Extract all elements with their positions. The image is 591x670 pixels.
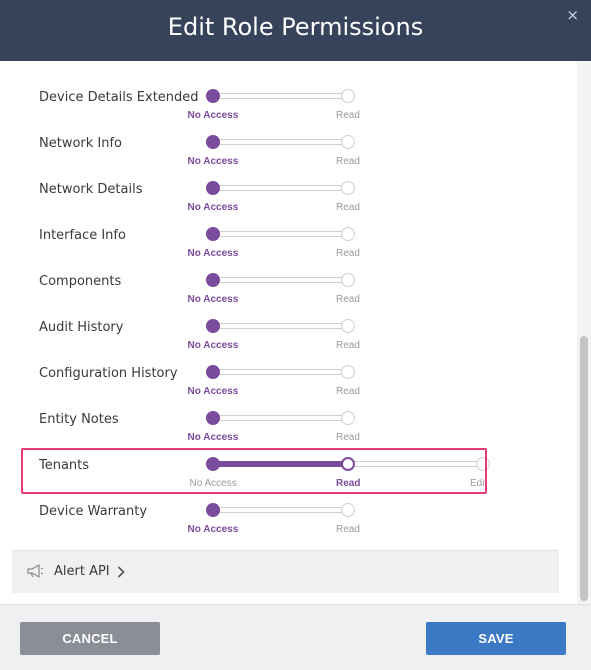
- permission-level-label: No Access: [187, 202, 239, 213]
- permission-level-knob[interactable]: [206, 181, 220, 195]
- permission-row: Device Warranty No Access Read: [12, 503, 559, 550]
- dialog-title: Edit Role Permissions: [167, 13, 424, 41]
- permission-label: Configuration History: [39, 366, 178, 381]
- permission-level-knob[interactable]: [341, 319, 355, 333]
- permission-level-label: No Access: [187, 156, 239, 167]
- chevron-right-icon[interactable]: [117, 565, 125, 583]
- permission-level-label: Read: [336, 294, 360, 305]
- permission-slider-track[interactable]: [213, 185, 348, 191]
- permission-level-knob[interactable]: [206, 319, 220, 333]
- permission-level-knob[interactable]: [206, 227, 220, 241]
- permission-slider-track[interactable]: [213, 277, 348, 283]
- permission-slider-track[interactable]: [213, 415, 348, 421]
- permission-level-knob[interactable]: [341, 365, 355, 379]
- permission-row: Network Details No Access Read: [12, 181, 559, 228]
- permission-row: Audit History No Access Read: [12, 319, 559, 366]
- permission-level-label: Read: [336, 110, 360, 121]
- permission-slider-track[interactable]: [213, 323, 348, 329]
- permission-level-knob[interactable]: [206, 89, 220, 103]
- permission-label: Network Details: [39, 182, 143, 197]
- permission-level-label: No Access: [187, 340, 239, 351]
- dialog-body: Device Details Extended No Access Read Netw…: [0, 61, 591, 604]
- permission-level-label: No Access: [187, 386, 239, 397]
- permission-row: Network Info No Access Read: [12, 135, 559, 182]
- permission-label: Network Info: [39, 136, 123, 151]
- permission-label: Components: [39, 274, 122, 289]
- permission-level-knob[interactable]: [206, 503, 220, 517]
- permission-level-knob[interactable]: [206, 135, 220, 149]
- permission-level-label: No Access: [187, 524, 239, 535]
- megaphone-icon: [27, 564, 45, 583]
- permission-label: Entity Notes: [39, 412, 119, 427]
- permission-level-label: Read: [336, 432, 360, 443]
- permission-slider-track[interactable]: [213, 139, 348, 145]
- dialog-footer: CANCEL SAVE: [0, 604, 591, 670]
- permission-label: Device Warranty: [39, 504, 148, 519]
- permission-label: Audit History: [39, 320, 124, 335]
- permission-row: Components No Access Read: [12, 273, 559, 320]
- permission-level-knob[interactable]: [206, 365, 220, 379]
- permission-level-label: No Access: [187, 110, 239, 121]
- permission-level-label: Read: [336, 386, 360, 397]
- permission-level-label: No Access: [187, 432, 239, 443]
- scrollbar-thumb[interactable]: [580, 336, 588, 601]
- permission-row: Device Details Extended No Access Read: [12, 89, 559, 136]
- permission-level-knob[interactable]: [341, 181, 355, 195]
- permission-slider-track[interactable]: [213, 231, 348, 237]
- permission-slider-track[interactable]: [213, 369, 348, 375]
- permission-level-label: No Access: [187, 294, 239, 305]
- permission-level-knob[interactable]: [341, 227, 355, 241]
- permission-label: Interface Info: [39, 228, 126, 243]
- tenants-highlight: [21, 448, 487, 494]
- permission-level-knob[interactable]: [341, 411, 355, 425]
- permission-level-label: Read: [336, 340, 360, 351]
- permission-level-label: Read: [336, 202, 360, 213]
- permission-level-knob[interactable]: [341, 273, 355, 287]
- permission-level-knob[interactable]: [206, 411, 220, 425]
- permission-level-label: Read: [336, 156, 360, 167]
- save-button[interactable]: SAVE: [426, 622, 566, 655]
- close-icon[interactable]: ×: [566, 6, 579, 24]
- permission-row: Configuration History No Access Read: [12, 365, 559, 412]
- scrollbar[interactable]: [577, 61, 591, 604]
- permission-slider-track[interactable]: [213, 507, 348, 513]
- permission-label: Device Details Extended: [39, 90, 199, 105]
- dialog-header: Edit Role Permissions ×: [0, 0, 591, 61]
- permission-level-label: No Access: [187, 248, 239, 259]
- permission-row: Interface Info No Access Read: [12, 227, 559, 274]
- permission-level-label: Read: [336, 248, 360, 259]
- permission-level-knob[interactable]: [341, 503, 355, 517]
- permission-slider-track[interactable]: [213, 93, 348, 99]
- permission-level-knob[interactable]: [206, 273, 220, 287]
- alert-api-label[interactable]: Alert API: [54, 564, 110, 579]
- alert-api-section[interactable]: Alert API: [12, 550, 559, 593]
- cancel-button[interactable]: CANCEL: [20, 622, 160, 655]
- permission-level-knob[interactable]: [341, 89, 355, 103]
- permission-level-label: Read: [336, 524, 360, 535]
- permission-level-knob[interactable]: [341, 135, 355, 149]
